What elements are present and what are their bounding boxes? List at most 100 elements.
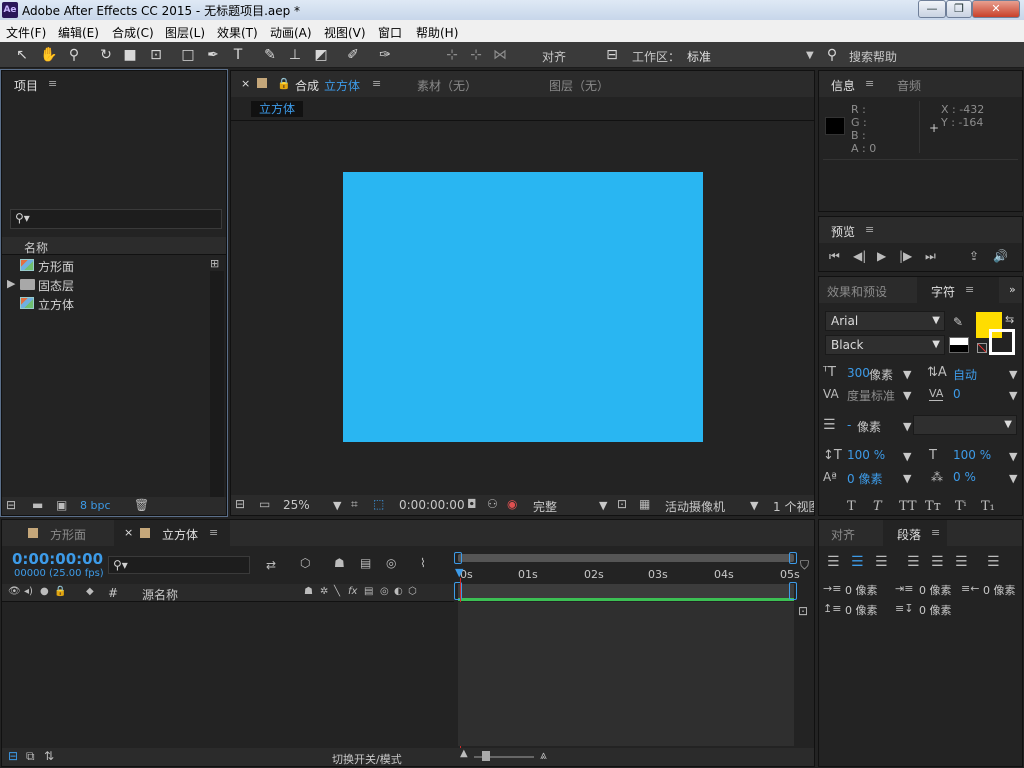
panel-menu-icon[interactable]: ≡ [865, 223, 874, 236]
leading-value[interactable]: 自动 [953, 366, 977, 383]
swap-colors-icon[interactable]: ⇆ [1005, 313, 1014, 326]
close-tab-icon[interactable]: × [241, 77, 250, 90]
comp-marker-bin-icon[interactable]: ⛉ [800, 558, 809, 573]
close-window-button[interactable]: ✕ [972, 0, 1020, 18]
justify-all-icon[interactable]: ☰ [987, 554, 1000, 570]
time-navigator-end[interactable] [789, 582, 797, 600]
font-family-select[interactable]: Arial ▼ [825, 311, 945, 331]
work-area-track[interactable] [458, 584, 794, 598]
work-area-end-handle[interactable] [789, 552, 797, 564]
zoom-tool-icon[interactable]: ⚲ [66, 47, 82, 63]
space-before-value[interactable]: 0 像素 [845, 602, 878, 618]
list-item[interactable]: ▶ 固态层 [2, 275, 226, 294]
info-tab[interactable]: 信息 [831, 77, 855, 94]
monitor-icon[interactable]: ▭ [259, 497, 270, 511]
trash-icon[interactable]: 🗑 [134, 498, 149, 512]
indent-right-value[interactable]: 0 像素 [983, 582, 1016, 598]
list-item[interactable]: 立方体 [2, 294, 226, 313]
layer-switches-icon[interactable]: ⊟ [8, 749, 18, 763]
name-column-header[interactable]: 名称 [24, 239, 48, 256]
resolution-select[interactable]: 完整 [533, 498, 557, 515]
work-area-start-handle[interactable] [454, 552, 462, 564]
current-time-display[interactable]: 0:00:00:00 [12, 550, 103, 568]
footage-tab[interactable]: 素材（无） [417, 77, 477, 94]
stroke-style-select[interactable]: ▼ [913, 415, 1017, 435]
horizontal-scale-dropdown-icon[interactable]: ▼ [1009, 450, 1017, 463]
view-axis-icon[interactable]: ⋈ [492, 47, 508, 63]
preview-tab[interactable]: 预览 [831, 223, 855, 240]
fast-preview-icon[interactable]: ⊡ [617, 497, 627, 511]
new-composition-icon[interactable]: ▣ [56, 498, 67, 512]
graph-editor-icon[interactable]: ⌇ [420, 556, 426, 570]
menu-edit[interactable]: 编辑(E) [58, 24, 99, 41]
indent-first-value[interactable]: 0 像素 [919, 582, 952, 598]
composition-canvas[interactable] [231, 121, 814, 495]
views-select[interactable]: 1 个视图 [773, 498, 814, 515]
superscript-icon[interactable]: Tⁱ [955, 499, 966, 514]
lock-icon[interactable]: 🔒 [277, 77, 291, 90]
puppet-pin-tool-icon[interactable]: ✑ [377, 47, 393, 63]
rotate-tool-icon[interactable]: ↻ [98, 47, 114, 63]
camera-select[interactable]: 活动摄像机 [665, 498, 725, 515]
workspace-dropdown-icon[interactable]: ▼ [806, 50, 814, 61]
vertical-scale-dropdown-icon[interactable]: ▼ [903, 450, 911, 463]
type-tool-icon[interactable]: T [230, 47, 246, 63]
eyedropper-icon[interactable]: ✎ [953, 315, 963, 329]
panel-menu-icon[interactable]: ≡ [48, 77, 57, 90]
draft-3d-icon[interactable]: ⬡ [300, 556, 310, 570]
align-left-icon[interactable]: ☰ [827, 554, 840, 570]
always-preview-icon[interactable]: ⊟ [235, 497, 245, 511]
zoom-in-icon[interactable]: ⩓ [540, 748, 547, 763]
pan-behind-tool-icon[interactable]: ⊡ [148, 47, 164, 63]
interpret-footage-icon[interactable]: ⊟ [6, 498, 16, 512]
roto-brush-tool-icon[interactable]: ✐ [345, 47, 361, 63]
play-icon[interactable]: ▶ [877, 249, 886, 263]
zoom-slider-thumb[interactable] [482, 751, 490, 761]
new-folder-icon[interactable]: ▬ [32, 498, 43, 512]
panel-menu-icon[interactable]: ≡ [931, 526, 940, 539]
eye-icon[interactable]: 👁 [8, 586, 21, 597]
font-size-value[interactable]: 300 [847, 366, 870, 380]
leading-dropdown-icon[interactable]: ▼ [1009, 368, 1017, 381]
hand-tool-icon[interactable]: ✋ [40, 47, 57, 63]
panel-menu-icon[interactable]: ≡ [865, 77, 874, 90]
search-help-input[interactable]: 搜索帮助 [849, 48, 897, 65]
solo-icon[interactable]: ● [40, 586, 49, 597]
pen-tool-icon[interactable]: ✒ [205, 47, 221, 63]
last-frame-icon[interactable]: ⏭ [925, 249, 936, 264]
layer-bar-area[interactable] [458, 602, 794, 746]
panel-menu-icon[interactable]: ≡ [965, 283, 974, 296]
horizontal-scale-value[interactable]: 100 % [953, 448, 991, 462]
stroke-width-value[interactable]: - [847, 418, 851, 432]
menu-layer[interactable]: 图层(L) [165, 24, 205, 41]
tracking-value[interactable]: 0 [953, 387, 961, 401]
blue-solid-layer[interactable] [343, 172, 703, 442]
lock-icon[interactable]: 🔒 [54, 586, 66, 597]
selection-tool-icon[interactable]: ↖ [14, 47, 30, 63]
comp-mini-flowchart-icon[interactable]: ⇄ [266, 558, 276, 572]
align-center-icon[interactable]: ☰ [851, 554, 864, 570]
menu-effect[interactable]: 效果(T) [217, 24, 258, 41]
work-area-bar[interactable] [458, 554, 794, 562]
audio-tab[interactable]: 音频 [897, 77, 921, 94]
world-axis-icon[interactable]: ⊹ [468, 47, 484, 63]
first-frame-icon[interactable]: ⏮ [829, 249, 840, 264]
zoom-dropdown-icon[interactable]: ▼ [333, 499, 341, 512]
transfer-controls-icon[interactable]: ⧉ [26, 749, 35, 764]
grid-icon[interactable]: ⌗ [351, 497, 358, 512]
zoom-out-icon[interactable]: ▲ [460, 748, 468, 759]
menu-file[interactable]: 文件(F) [6, 24, 46, 41]
label-icon[interactable]: ◆ [86, 586, 94, 597]
rectangle-tool-icon[interactable]: □ [180, 47, 196, 63]
region-of-interest-icon[interactable]: ⬚ [373, 497, 384, 511]
expand-arrow-icon[interactable]: ▶ [7, 277, 15, 290]
in-out-icon[interactable]: ⇅ [44, 749, 54, 763]
all-caps-icon[interactable]: TT [899, 499, 917, 514]
menu-help[interactable]: 帮助(H) [416, 24, 458, 41]
close-tab-icon[interactable]: × [124, 526, 133, 539]
source-name-header[interactable]: 源名称 [142, 586, 178, 603]
faux-italic-icon[interactable]: T [873, 499, 882, 514]
shy-layers-icon[interactable]: ☗ [334, 556, 345, 570]
list-item[interactable]: 方形面 [2, 256, 226, 275]
effects-presets-tab[interactable]: 效果和预设 [827, 283, 887, 300]
